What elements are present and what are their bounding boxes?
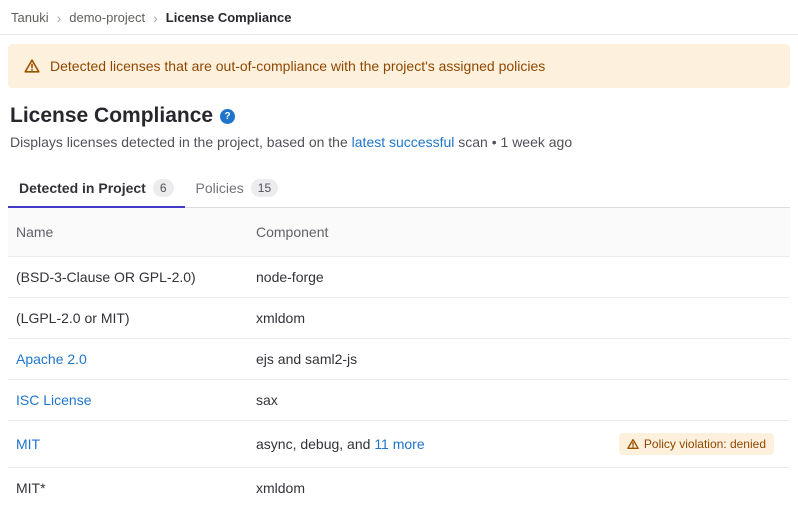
breadcrumb-item-group[interactable]: Tanuki [11, 10, 49, 25]
license-name: MIT [8, 424, 248, 464]
policy-violation-label: Policy violation: denied [644, 437, 766, 451]
help-question-icon[interactable]: ? [220, 109, 235, 124]
table-row: Apache 2.0 ejs and saml2-js [8, 338, 790, 379]
license-components: async, debug, and 11 more [248, 424, 611, 464]
tab-count-badge: 15 [251, 179, 278, 197]
license-link[interactable]: ISC License [16, 392, 91, 408]
tab-policies[interactable]: Policies 15 [185, 171, 290, 207]
table-row: ISC License sax [8, 379, 790, 420]
license-name: MIT* [8, 468, 248, 508]
warning-triangle-icon [24, 58, 40, 74]
license-name: ISC License [8, 380, 248, 420]
breadcrumb: Tanuki › demo-project › License Complian… [0, 0, 798, 35]
license-status [766, 306, 790, 330]
alert-text: Detected licenses that are out-of-compli… [50, 58, 545, 74]
license-components: xmldom [248, 298, 766, 338]
license-components: sax [248, 380, 766, 420]
table-row: (BSD-3-Clause OR GPL-2.0) node-forge [8, 256, 790, 297]
more-components-link[interactable]: 11 more [374, 436, 424, 452]
column-header-component: Component [248, 208, 790, 256]
latest-successful-scan-link[interactable]: latest successful [352, 134, 455, 150]
tab-label: Detected in Project [19, 180, 146, 196]
breadcrumb-item-project[interactable]: demo-project [69, 10, 145, 25]
components-text: async, debug, and [256, 436, 374, 452]
license-components: xmldom [248, 468, 766, 508]
license-link[interactable]: Apache 2.0 [16, 351, 87, 367]
page-title-text: License Compliance [10, 103, 213, 128]
tab-label: Policies [196, 180, 244, 196]
tabs-bar: Detected in Project 6 Policies 15 [8, 171, 790, 208]
breadcrumb-chevron-icon: › [153, 11, 158, 25]
page-title: License Compliance ? [10, 103, 788, 128]
tab-count-badge: 6 [153, 179, 174, 197]
license-name: (LGPL-2.0 or MIT) [8, 298, 248, 338]
table-row: MIT* xmldom [8, 467, 790, 508]
out-of-compliance-alert: Detected licenses that are out-of-compli… [8, 44, 790, 88]
subtitle-meta: scan • 1 week ago [454, 134, 572, 150]
page-subtitle: Displays licenses detected in the projec… [10, 134, 788, 150]
breadcrumb-chevron-icon: › [57, 11, 62, 25]
license-status: Policy violation: denied [611, 421, 790, 467]
license-components: ejs and saml2-js [248, 339, 766, 379]
license-status [766, 347, 790, 371]
license-link[interactable]: MIT [16, 436, 40, 452]
license-name: (BSD-3-Clause OR GPL-2.0) [8, 257, 248, 297]
license-components: node-forge [248, 257, 766, 297]
licenses-table: Name Component (BSD-3-Clause OR GPL-2.0)… [8, 208, 790, 508]
column-header-name: Name [8, 208, 248, 256]
license-status [766, 265, 790, 289]
table-row: MIT async, debug, and 11 more Policy vio… [8, 420, 790, 467]
subtitle-text: Displays licenses detected in the projec… [10, 134, 352, 150]
policy-violation-badge: Policy violation: denied [619, 433, 774, 455]
license-status [766, 476, 790, 500]
license-status [766, 388, 790, 412]
breadcrumb-item-current: License Compliance [166, 10, 292, 25]
license-name: Apache 2.0 [8, 339, 248, 379]
warning-triangle-icon [627, 438, 639, 450]
tab-detected-in-project[interactable]: Detected in Project 6 [8, 171, 185, 207]
table-header-row: Name Component [8, 208, 790, 256]
table-row: (LGPL-2.0 or MIT) xmldom [8, 297, 790, 338]
